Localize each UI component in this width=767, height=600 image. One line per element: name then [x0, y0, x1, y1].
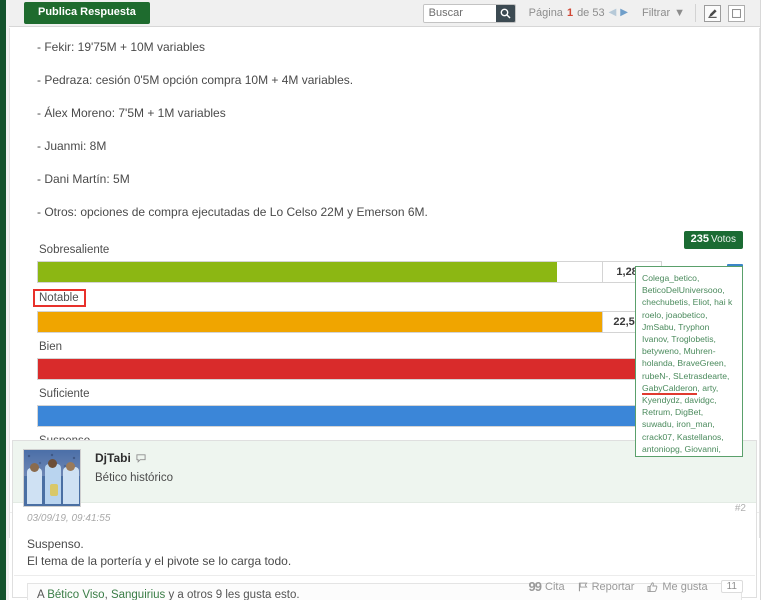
page-total-label: de 53: [577, 7, 605, 19]
author-name: DjTabi: [95, 451, 131, 465]
total-votes-label: Votos: [710, 234, 736, 245]
poll-bar-track: [37, 311, 603, 333]
poll-bar-fill: [38, 312, 602, 332]
search-input[interactable]: [423, 4, 496, 22]
toolbar-divider: [695, 4, 696, 22]
voters-list-after: , arty, Kyendydz, davidgc, Retrum, DigBe…: [642, 382, 724, 454]
next-page-icon[interactable]: ▶: [620, 8, 628, 18]
flag-icon: [578, 582, 588, 591]
pen-highlight-icon: [708, 8, 717, 18]
prev-page-icon[interactable]: ◀: [609, 8, 617, 18]
total-votes-badge: 235 Votos: [683, 231, 743, 249]
message-bubble-icon: [136, 453, 146, 463]
poll-option-label: Suficiente: [39, 388, 90, 400]
like-label: Me gusta: [662, 580, 708, 593]
page-label: Página: [528, 7, 563, 19]
post-timestamp: 03/09/19, 09:41:55: [27, 513, 111, 524]
post-line: - Fekir: 19'75M + 10M variables: [37, 40, 206, 54]
poll-option-label-highlighted: Notable: [33, 289, 86, 307]
voters-list-highlighted-name: GabyCalderon: [642, 382, 698, 395]
post-card-second: DjTabi Bético histórico #2 03/09/19, 09:…: [12, 440, 757, 600]
avatar-head: [30, 463, 39, 472]
chevron-down-icon: ▼: [674, 7, 685, 19]
author-meta: DjTabi Bético histórico: [95, 449, 173, 484]
highlight-tool-button[interactable]: [704, 4, 721, 22]
square-outline-icon: [732, 8, 741, 18]
post-line: - Pedraza: cesión 0'5M opción compra 10M…: [37, 73, 354, 87]
thread-toolbar: Publica Respuesta Página 1 de 53 ◀ ▶: [9, 0, 760, 27]
pagination: Página 1 de 53 ◀ ▶: [529, 7, 628, 19]
quote-button[interactable]: 99 Cita: [529, 579, 565, 594]
author-rank: Bético histórico: [95, 472, 173, 484]
voters-list-before: Colega_betico, BeticoDelUniversooo, chec…: [642, 273, 733, 381]
avatar-figure: [63, 467, 79, 504]
search-button[interactable]: [495, 4, 515, 22]
filter-label: Filtrar: [642, 7, 671, 19]
avatar[interactable]: [23, 449, 81, 507]
post-line: - Álex Moreno: 7'5M + 1M variables: [37, 106, 226, 120]
avatar-head: [66, 462, 75, 471]
poll-bar-track: [37, 261, 603, 283]
like-button[interactable]: Me gusta: [647, 580, 708, 593]
filter-dropdown[interactable]: Filtrar ▼: [642, 7, 685, 19]
poll-bar-fill: [38, 262, 557, 282]
author-name-link[interactable]: DjTabi: [95, 451, 173, 465]
toolbar-right-group: Página 1 de 53 ◀ ▶ Filtrar ▼: [422, 0, 760, 26]
select-region-button[interactable]: [728, 4, 745, 22]
poll-option-label: Bien: [39, 341, 63, 353]
report-button[interactable]: Reportar: [578, 580, 635, 593]
search-icon: [500, 8, 511, 19]
quote-icon: 99: [528, 579, 543, 594]
like-count-badge[interactable]: 11: [720, 580, 743, 593]
thumbs-up-icon: [647, 581, 658, 592]
publish-reply-button[interactable]: Publica Respuesta: [24, 2, 150, 24]
post-footer-actions-second: 99 Cita Reportar Me gusta 11: [14, 575, 755, 597]
current-page-number[interactable]: 1: [567, 7, 573, 19]
page-root: Publica Respuesta Página 1 de 53 ◀ ▶: [0, 0, 767, 600]
avatar-trophy: [50, 484, 58, 496]
search-box[interactable]: [422, 3, 516, 23]
avatar-figure: [27, 468, 42, 504]
post-line: Suspenso.: [27, 537, 84, 551]
poll-option-label: Sobresaliente: [39, 244, 110, 256]
post-line: - Juanmi: 8M: [37, 139, 107, 153]
post-line: - Otros: opciones de compra ejecutadas d…: [37, 205, 428, 219]
post-line: - Dani Martín: 5M: [37, 172, 130, 186]
report-label: Reportar: [591, 580, 635, 593]
post-body-text: - Fekir: 19'75M + 10M variables - Pedraz…: [10, 28, 759, 242]
page-right-edge: [760, 0, 767, 600]
post-line: El tema de la portería y el pivote se lo…: [27, 553, 292, 568]
voters-tooltip: Colega_betico, BeticoDelUniversooo, chec…: [635, 266, 743, 457]
quote-label: Cita: [545, 580, 565, 593]
avatar-head: [48, 459, 57, 468]
total-votes-count: 235: [690, 233, 709, 245]
